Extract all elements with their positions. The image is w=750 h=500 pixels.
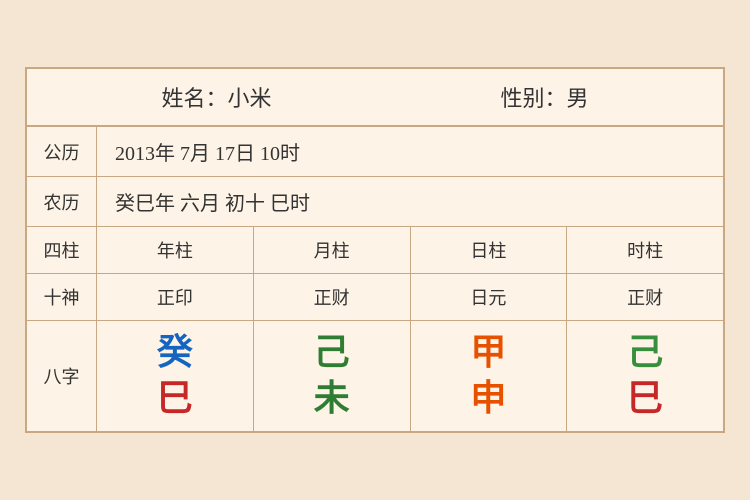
main-container: 姓名：小米 性别：男 公历 2013年 7月 17日 10时 农历 癸巳年 六月…: [25, 67, 725, 432]
gender-label: 性别：男: [500, 81, 588, 113]
name-label: 姓名：小米: [161, 81, 271, 113]
bazi-year: 癸 巳: [97, 321, 254, 430]
bazi-month: 己 未: [254, 321, 411, 430]
bazi-hour-bottom: 巳: [627, 379, 663, 419]
shishen-year: 正印: [97, 274, 254, 320]
bazi-day: 甲 申: [411, 321, 568, 430]
columns-label: 四柱: [27, 227, 97, 273]
col-hour: 时柱: [567, 227, 723, 273]
bazi-month-bottom: 未: [314, 379, 350, 419]
col-year: 年柱: [97, 227, 254, 273]
bazi-label: 八字: [27, 321, 97, 430]
solar-label: 公历: [27, 127, 97, 176]
col-day: 日柱: [411, 227, 568, 273]
lunar-value: 癸巳年 六月 初十 巳时: [97, 177, 723, 226]
shishen-month: 正财: [254, 274, 411, 320]
solar-row: 公历 2013年 7月 17日 10时: [27, 127, 723, 177]
header-row: 姓名：小米 性别：男: [27, 69, 723, 127]
shishen-values: 正印 正财 日元 正财: [97, 274, 723, 320]
bazi-month-top: 己: [314, 333, 350, 373]
lunar-row: 农历 癸巳年 六月 初十 巳时: [27, 177, 723, 227]
bazi-year-top: 癸: [157, 333, 193, 373]
bazi-day-bottom: 申: [470, 379, 506, 419]
bazi-hour: 己 巳: [567, 321, 723, 430]
bazi-row: 八字 癸 巳 己 未 甲 申 己 巳: [27, 321, 723, 430]
bazi-cells: 癸 巳 己 未 甲 申 己 巳: [97, 321, 723, 430]
bazi-year-bottom: 巳: [157, 379, 193, 419]
shishen-label: 十神: [27, 274, 97, 320]
col-month: 月柱: [254, 227, 411, 273]
bazi-day-top: 甲: [470, 333, 506, 373]
columns-headers: 年柱 月柱 日柱 时柱: [97, 227, 723, 273]
shishen-day: 日元: [411, 274, 568, 320]
lunar-label: 农历: [27, 177, 97, 226]
shishen-hour: 正财: [567, 274, 723, 320]
shishen-row: 十神 正印 正财 日元 正财: [27, 274, 723, 321]
solar-value: 2013年 7月 17日 10时: [97, 127, 723, 176]
bazi-hour-top: 己: [627, 333, 663, 373]
columns-row: 四柱 年柱 月柱 日柱 时柱: [27, 227, 723, 274]
